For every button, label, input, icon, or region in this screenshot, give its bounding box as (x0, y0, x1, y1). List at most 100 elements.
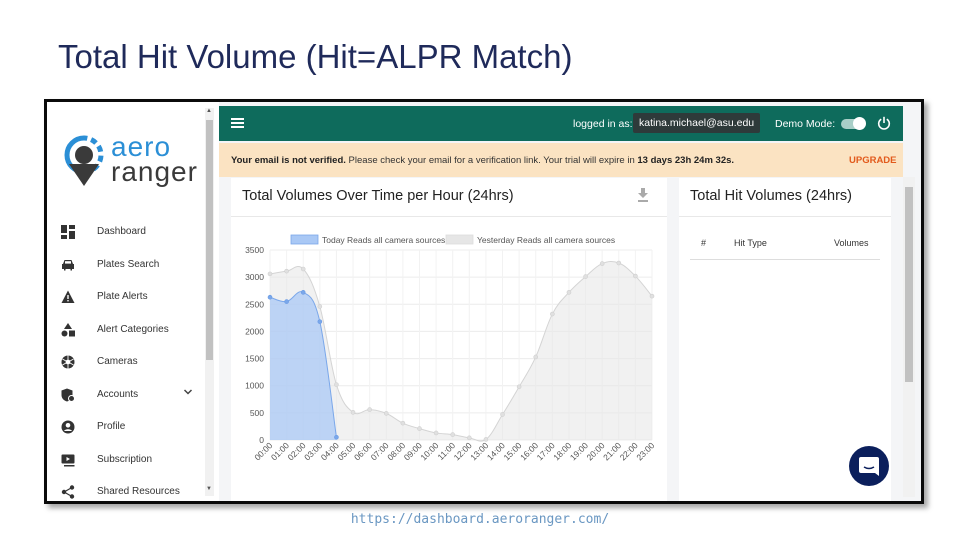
volumes-card-title: Total Volumes Over Time per Hour (24hrs) (242, 188, 514, 204)
yesterday-data-point (616, 260, 622, 266)
card-divider (231, 216, 667, 217)
scroll-up-icon[interactable]: ▲ (206, 108, 212, 114)
sidebar: aero ranger Dashboard Plates Search Plat… (47, 102, 219, 501)
chat-button[interactable] (849, 446, 889, 486)
yesterday-data-point (317, 304, 323, 309)
today-data-point (267, 294, 273, 300)
yesterday-data-point (300, 266, 306, 272)
yesterday-data-point (417, 426, 422, 431)
column-header-hit-type: Hit Type (734, 238, 767, 248)
sidebar-item-label: Shared Resources (97, 486, 180, 497)
banner-bold-prefix: Your email is not verified. (231, 155, 346, 166)
today-data-point (284, 299, 289, 304)
yesterday-data-point (500, 412, 505, 417)
yesterday-data-point (467, 435, 472, 441)
share-icon (61, 485, 75, 499)
volumes-card: Total Volumes Over Time per Hour (24hrs)… (231, 178, 667, 501)
sidebar-item-dashboard[interactable]: Dashboard (47, 216, 205, 249)
today-data-point (334, 434, 339, 440)
download-icon[interactable] (637, 188, 649, 202)
yesterday-data-point (267, 271, 273, 277)
sidebar-item-accounts[interactable]: Accounts (47, 379, 205, 412)
main-scrollbar[interactable] (903, 177, 915, 497)
yesterday-data-point (383, 411, 389, 416)
footer-url[interactable]: https://dashboard.aeroranger.com/ (0, 512, 960, 527)
yesterday-data-point (367, 407, 372, 412)
legend-swatch-yesterday (445, 234, 474, 245)
column-header-number: # (701, 238, 707, 248)
location-pin-icon (64, 135, 104, 186)
yesterday-data-point (433, 430, 439, 436)
main-scrollbar-thumb[interactable] (905, 187, 913, 382)
screenshot-frame: aero ranger Dashboard Plates Search Plat… (44, 99, 924, 504)
sidebar-item-label: Accounts (97, 388, 139, 400)
logo-text-ranger: ranger (111, 156, 198, 187)
power-icon[interactable] (877, 116, 891, 130)
sidebar-item-cameras[interactable]: Cameras (47, 346, 205, 379)
y-tick-label: 3000 (245, 272, 264, 282)
menu-icon[interactable] (231, 118, 244, 128)
warning-icon (61, 290, 75, 303)
top-bar: logged in as: katina.michael@asu.edu Dem… (219, 106, 903, 141)
x-tick-label: 23:00 (634, 440, 656, 462)
card-divider (679, 216, 891, 217)
today-series-area (270, 291, 337, 440)
sidebar-item-subscription[interactable]: Subscription (47, 444, 205, 477)
car-icon (62, 259, 74, 270)
sidebar-item-label: Cameras (97, 356, 138, 367)
sidebar-item-alert-categories[interactable]: Alert Categories (47, 314, 205, 347)
trial-remaining: 13 days 23h 24m 32s. (637, 155, 735, 166)
yesterday-data-point (633, 273, 638, 279)
y-tick-label: 500 (250, 408, 264, 418)
sidebar-item-label: Plate Alerts (97, 291, 148, 302)
yesterday-data-point (583, 274, 588, 279)
y-tick-label: 2500 (245, 299, 264, 309)
sidebar-item-label: Dashboard (97, 226, 146, 237)
sidebar-item-label: Profile (97, 421, 126, 432)
banner-body: Please check your email for a verificati… (345, 155, 638, 166)
yesterday-data-point (284, 268, 289, 274)
legend-swatch-today (290, 234, 319, 245)
yesterday-data-point (566, 290, 572, 295)
logged-in-label: logged in as: (573, 118, 633, 130)
sidebar-item-label: Subscription (97, 453, 153, 465)
demo-mode-label: Demo Mode: (775, 118, 836, 130)
sidebar-item-label: Alert Categories (97, 323, 169, 335)
yesterday-data-point (533, 354, 539, 360)
y-tick-label: 2000 (245, 326, 264, 336)
sidebar-nav: Dashboard Plates Search Plate Alerts Ale… (47, 216, 205, 501)
shield-user-icon (61, 388, 75, 402)
yesterday-data-point (450, 432, 455, 437)
sidebar-scrollbar[interactable]: ▲ ▼ (205, 108, 214, 496)
sidebar-item-shared-resources[interactable]: Shared Resources (47, 476, 205, 501)
sidebar-scrollbar-thumb[interactable] (206, 120, 213, 360)
legend-label-today: Today Reads all camera sources (322, 235, 445, 245)
yesterday-data-point (350, 410, 356, 415)
aperture-icon (61, 355, 75, 369)
yesterday-data-point (400, 420, 406, 426)
chevron-down-icon[interactable] (183, 387, 193, 397)
today-data-point (317, 319, 323, 324)
scroll-down-icon[interactable]: ▼ (206, 486, 212, 492)
shapes-icon (61, 322, 75, 336)
y-tick-label: 3500 (245, 245, 264, 255)
yesterday-data-point (483, 437, 489, 442)
subscription-icon (61, 454, 75, 466)
verification-banner: Your email is not verified. Please check… (219, 143, 903, 177)
user-email-badge: katina.michael@asu.edu (633, 113, 761, 133)
sidebar-item-plate-alerts[interactable]: Plate Alerts (47, 281, 205, 314)
sidebar-item-profile[interactable]: Profile (47, 411, 205, 444)
demo-mode-toggle[interactable] (841, 117, 866, 130)
table-header-rule (690, 259, 880, 260)
column-header-volumes: Volumes (834, 238, 869, 248)
sidebar-item-plates-search[interactable]: Plates Search (47, 249, 205, 282)
yesterday-data-point (550, 311, 555, 317)
aeroranger-logo[interactable]: aero ranger (61, 132, 211, 194)
upgrade-button[interactable]: UPGRADE (849, 155, 897, 166)
hits-card-title: Total Hit Volumes (24hrs) (690, 188, 852, 204)
main-content: logged in as: katina.michael@asu.edu Dem… (219, 102, 921, 501)
toggle-knob (853, 117, 866, 130)
user-circle-icon (61, 420, 75, 434)
yesterday-data-point (516, 384, 522, 390)
yesterday-data-point (599, 261, 605, 266)
